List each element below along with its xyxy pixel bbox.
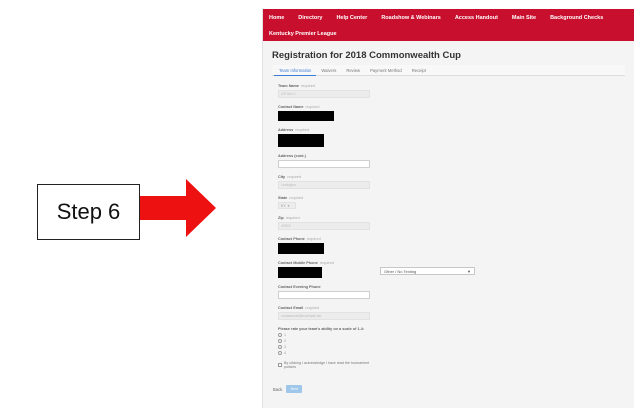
zip-label: Zip required [278,216,300,220]
tab-receipt[interactable]: Receipt [407,65,431,76]
acknowledge-text: By clicking I acknowledge I have read th… [284,361,370,369]
tab-team-information[interactable]: Team Information [274,65,317,76]
city-label: City required [278,175,302,179]
team-name-label: Team Name required [278,84,315,88]
state-select[interactable]: KY ▾ [278,202,296,209]
carrier-select[interactable]: Other / No Texting ▼ [380,267,475,275]
radio-icon[interactable] [278,351,282,355]
zip-input[interactable]: 40503 [278,222,370,230]
redacted-mobile-phone [278,267,322,278]
tutorial-figure: Step 6 Home Directory Help Center Roadsh… [0,0,634,408]
tab-review[interactable]: Review [341,65,365,76]
team-form: Team Name required US Sim 1 Contact Name r… [272,84,382,369]
acknowledge-row[interactable]: By clicking I acknowledge I have read th… [278,361,382,369]
team-name-input[interactable]: US Sim 1 [278,90,370,98]
city-input[interactable]: Lexington [278,181,370,189]
registration-screenshot: Home Directory Help Center Roadshow & We… [262,9,634,408]
step-label: Step 6 [56,199,121,224]
form-buttons: Back Next [273,385,303,393]
top-navigation: Home Directory Help Center Roadshow & We… [263,9,634,41]
redacted-contact-name [278,111,334,121]
rating-option[interactable]: 3 [278,345,382,349]
tab-waivers[interactable]: Waivers [316,65,341,76]
nav-directory[interactable]: Directory [298,15,322,21]
page-title: Registration for 2018 Commonwealth Cup [272,50,461,61]
chevron-down-icon: ▾ [287,203,290,208]
next-button[interactable]: Next [286,385,303,393]
rating-option[interactable]: 1 [278,333,382,337]
email-input[interactable]: contactmail@example.net [278,312,370,320]
radio-icon[interactable] [278,339,282,343]
evening-phone-label: Contact Evening Phone [278,285,321,289]
nav-help-center[interactable]: Help Center [336,15,367,21]
evening-phone-input[interactable] [278,291,370,299]
nav-background-checks[interactable]: Background Checks [550,15,603,21]
tab-bar: Team Information Waivers Review Payment … [272,65,625,76]
radio-icon[interactable] [278,345,282,349]
checkbox-icon[interactable] [278,363,282,367]
rating-question: Please rate your team's ability on a sca… [278,327,382,355]
rating-option[interactable]: 2 [278,339,382,343]
nav-roadshow[interactable]: Roadshow & Webinars [381,15,441,21]
redacted-address [278,134,324,147]
tab-payment-method[interactable]: Payment Method [365,65,407,76]
rating-option[interactable]: 4 [278,351,382,355]
rating-label: Please rate your team's ability on a sca… [278,327,365,331]
email-label: Contact Email required [278,306,320,310]
nav-league[interactable]: Kentucky Premier League [269,31,337,37]
back-button[interactable]: Back [273,387,282,392]
contact-phone-label: Contact Phone required [278,237,321,241]
contact-name-label: Contact Name required [278,105,320,109]
redacted-contact-phone [278,243,324,254]
address-cont-label: Address (cont.) [278,154,306,158]
nav-home[interactable]: Home [269,15,284,21]
state-label: State required [278,196,304,200]
mobile-phone-label: Contact Mobile Phone required [278,261,334,265]
arrow-right-icon [140,179,216,237]
address-label: Address required [278,128,310,132]
address-cont-input[interactable] [278,160,370,168]
step-label-box: Step 6 [37,184,140,240]
nav-main-site[interactable]: Main Site [512,15,536,21]
radio-icon[interactable] [278,333,282,337]
caret-down-icon: ▼ [467,268,471,274]
nav-access-handout[interactable]: Access Handout [455,15,498,21]
